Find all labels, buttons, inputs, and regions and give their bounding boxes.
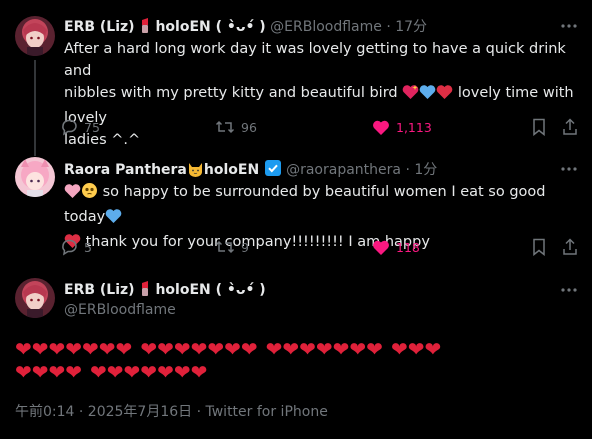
blue-heart-emoji bbox=[419, 84, 436, 107]
display-name-suffix: holoEN ( •̀ᴗ•́ ) bbox=[155, 19, 266, 35]
timestamp[interactable]: 17分 bbox=[395, 19, 427, 35]
avatar-raora[interactable] bbox=[15, 157, 55, 197]
retweet-icon bbox=[215, 240, 235, 254]
avatar-erb[interactable] bbox=[15, 278, 55, 318]
bookmark-button[interactable] bbox=[532, 237, 546, 257]
display-name[interactable]: ERB (Liz) bbox=[64, 282, 135, 298]
pleading-face-emoji bbox=[81, 182, 98, 206]
heart-emoji-group: ❤❤❤❤❤❤❤ bbox=[265, 337, 383, 361]
display-name[interactable]: Raora Panthera bbox=[64, 162, 187, 178]
separator-dot: · bbox=[386, 19, 391, 35]
share-button[interactable] bbox=[562, 237, 578, 257]
heart-emoji-group: ❤❤❤ bbox=[390, 337, 442, 361]
retweet-icon bbox=[215, 120, 235, 134]
heart-emoji-group: ❤❤❤❤❤❤❤ bbox=[140, 337, 258, 361]
action-bar: 75 96 1,113 bbox=[60, 117, 580, 137]
verified-icon[interactable] bbox=[264, 159, 282, 183]
tweet-text-line: After a hard long work day it was lovely… bbox=[64, 41, 566, 79]
tweet-text-line: so happy to be surrounded by beautiful w… bbox=[64, 181, 579, 231]
retweet-count: 9 bbox=[241, 239, 249, 255]
retweet-button[interactable]: 9 bbox=[215, 237, 249, 257]
display-name-suffix: holoEN ( •̀ᴗ•́ ) bbox=[155, 282, 266, 298]
reply-button[interactable]: 75 bbox=[60, 117, 100, 137]
share-icon bbox=[563, 118, 577, 135]
red-heart-emoji bbox=[436, 84, 453, 107]
tweet-header: Raora Panthera holoEN @raorapanthera · 1分 bbox=[64, 159, 437, 179]
reply-icon bbox=[62, 239, 77, 256]
display-name-suffix: holoEN bbox=[203, 162, 260, 178]
retweet-button[interactable]: 96 bbox=[215, 117, 257, 137]
separator-dot: · bbox=[405, 162, 410, 178]
tweet-1[interactable]: ERB (Liz) holoEN ( •̀ᴗ•́ ) @ERBloodflame… bbox=[0, 0, 592, 156]
like-count: 1,113 bbox=[396, 119, 432, 135]
blue-heart-emoji bbox=[105, 208, 122, 231]
tweet-2[interactable]: Raora Panthera holoEN @raorapanthera · 1分… bbox=[0, 150, 592, 270]
heart-emoji-group: ❤❤❤❤❤❤❤ bbox=[15, 337, 133, 361]
heart-sparkle-emoji bbox=[402, 84, 419, 107]
like-icon bbox=[373, 240, 389, 255]
like-button[interactable]: 1,113 bbox=[372, 117, 432, 137]
heart-emoji-group: ❤❤❤❤ bbox=[15, 360, 83, 384]
timestamp[interactable]: 1分 bbox=[414, 162, 437, 178]
pink-heart-emoji bbox=[64, 183, 81, 206]
focused-tweet-text: ❤❤❤❤❤❤❤ ❤❤❤❤❤❤❤ ❤❤❤❤❤❤❤ ❤❤❤ ❤❤❤❤ ❤❤❤❤❤❤❤ bbox=[15, 338, 580, 384]
cat-icon bbox=[187, 161, 204, 183]
handle[interactable]: @ERBloodflame bbox=[270, 19, 382, 35]
bookmark-icon bbox=[533, 238, 545, 256]
more-icon[interactable] bbox=[560, 17, 578, 39]
tweet-meta[interactable]: 午前0:14 · 2025年7月16日 · Twitter for iPhone bbox=[15, 402, 328, 422]
display-name[interactable]: ERB (Liz) bbox=[64, 19, 135, 35]
thread-connector bbox=[34, 60, 36, 156]
tweet-text-fragment: so happy to be surrounded by beautiful w… bbox=[64, 184, 546, 225]
reply-button[interactable]: 5 bbox=[60, 237, 92, 257]
handle[interactable]: @raorapanthera bbox=[286, 162, 401, 178]
more-icon[interactable] bbox=[560, 281, 578, 303]
action-bar: 5 9 118 bbox=[60, 237, 580, 257]
tweet-text-fragment: nibbles with my pretty kitty and beautif… bbox=[64, 85, 398, 101]
like-count: 118 bbox=[396, 239, 420, 255]
reply-count: 75 bbox=[84, 119, 100, 135]
focused-tweet-author: ERB (Liz) holoEN ( •̀ᴗ•́ ) bbox=[64, 280, 266, 300]
tweet-header: ERB (Liz) holoEN ( •̀ᴗ•́ ) @ERBloodflame… bbox=[64, 17, 427, 37]
bookmark-button[interactable] bbox=[532, 117, 546, 137]
avatar-erb[interactable] bbox=[15, 16, 55, 56]
lipstick-icon bbox=[139, 280, 151, 302]
more-icon[interactable] bbox=[560, 160, 578, 182]
bookmark-icon bbox=[533, 118, 545, 136]
lipstick-icon bbox=[139, 17, 151, 39]
like-icon bbox=[373, 120, 389, 135]
like-button[interactable]: 118 bbox=[372, 237, 420, 257]
heart-emoji-group: ❤❤❤❤❤❤❤ bbox=[90, 360, 208, 384]
retweet-count: 96 bbox=[241, 119, 257, 135]
reply-count: 5 bbox=[84, 239, 92, 255]
handle[interactable]: @ERBloodflame bbox=[64, 300, 176, 320]
share-icon bbox=[563, 238, 577, 255]
share-button[interactable] bbox=[562, 117, 578, 137]
reply-icon bbox=[62, 119, 77, 136]
